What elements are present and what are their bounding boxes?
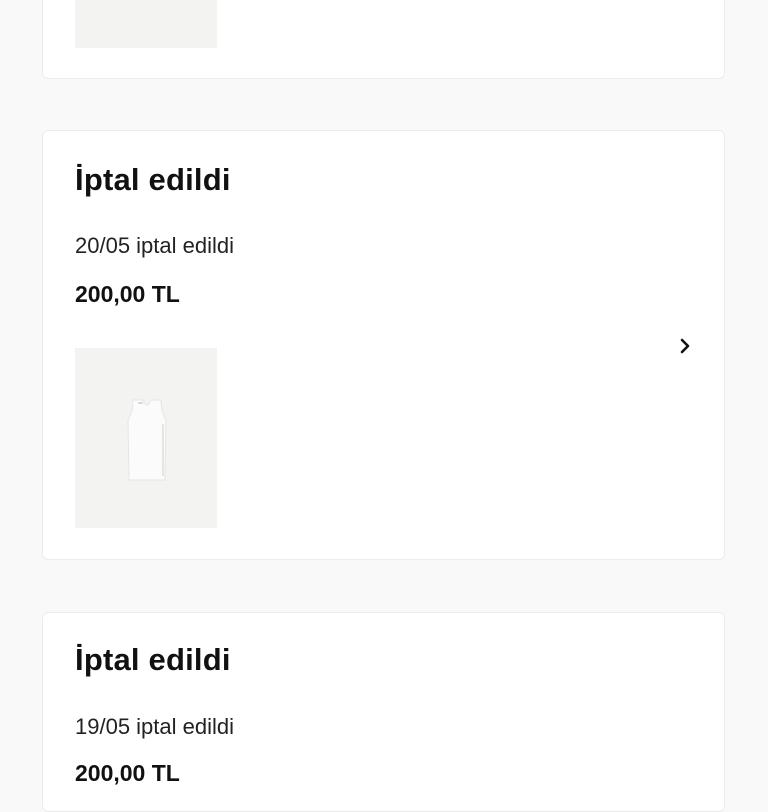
order-price: 200,00 TL [75,281,180,307]
order-status-title: İptal edildi [75,642,231,677]
order-card[interactable] [42,0,725,79]
order-card[interactable]: İptal edildi 20/05 iptal edildi 200,00 T… [42,130,725,560]
product-image [75,0,217,48]
order-status-date: 20/05 iptal edildi [75,233,235,258]
chevron-right-icon[interactable] [676,337,694,355]
order-status-title: İptal edildi [75,162,231,197]
order-price: 200,00 TL [75,760,180,786]
order-card[interactable]: İptal edildi 19/05 iptal edildi 200,00 T… [42,612,725,812]
order-status-date: 19/05 iptal edildi [75,714,235,739]
product-image[interactable] [75,348,217,528]
tank-top-illustration [127,399,167,481]
